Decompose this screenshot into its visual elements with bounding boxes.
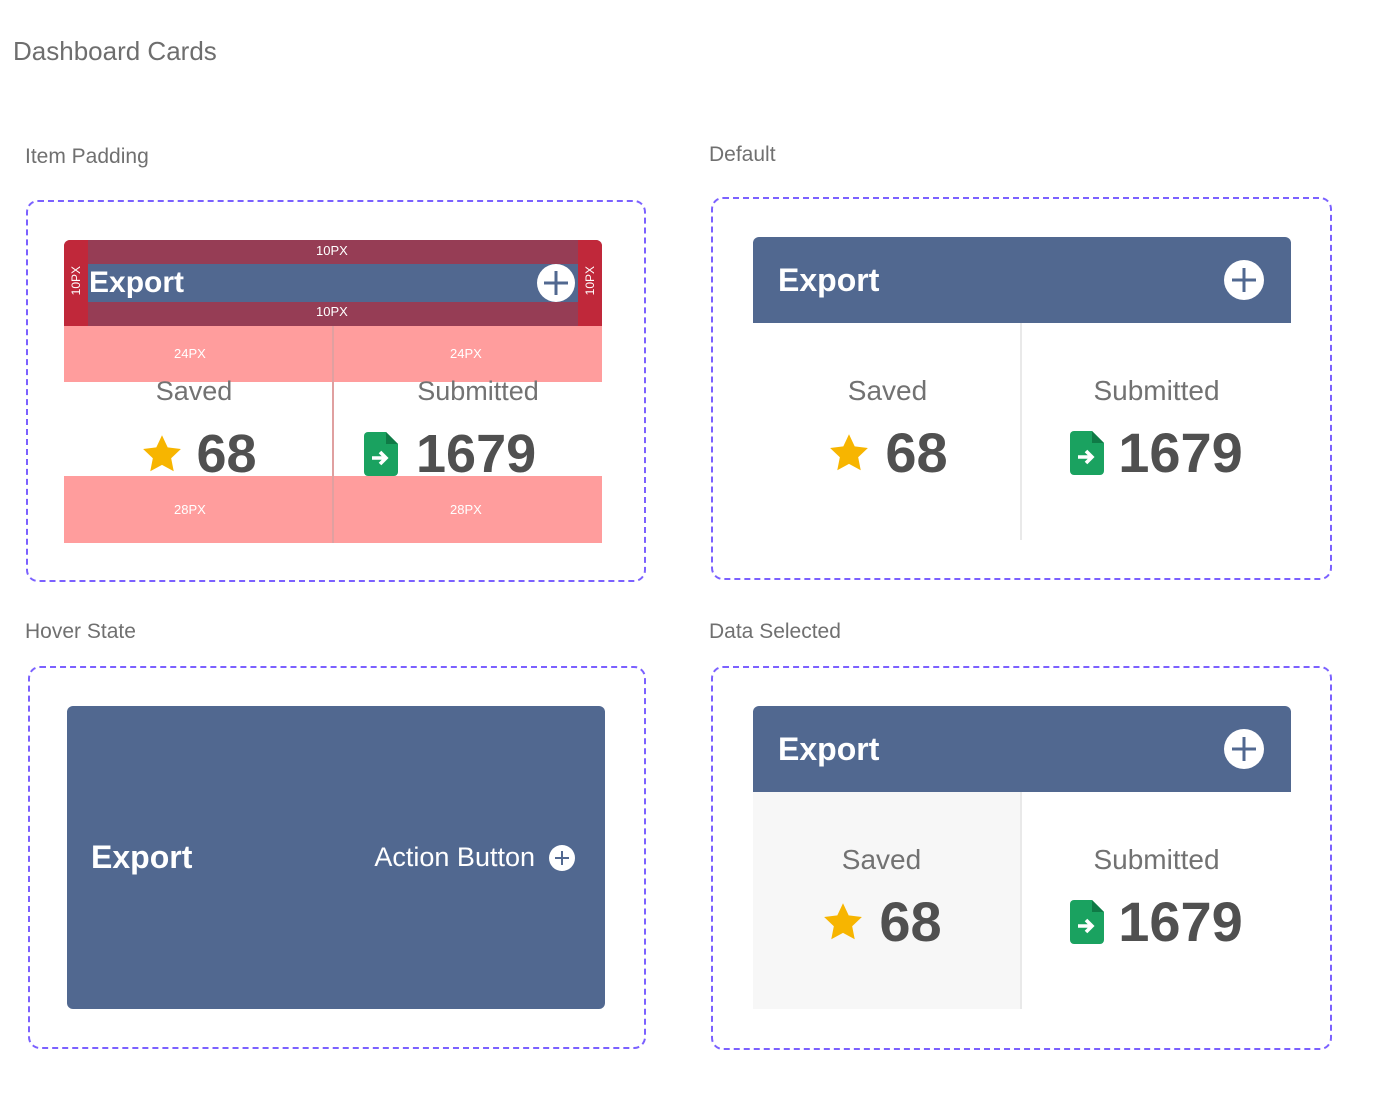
page-title: Dashboard Cards	[13, 36, 217, 66]
section-label-data-selected: Data Selected	[709, 620, 841, 643]
document-export-icon	[1070, 431, 1105, 475]
section-label-hover-state: Hover State	[25, 620, 136, 643]
plus-circle-icon	[537, 264, 575, 302]
saved-value: 68	[885, 421, 948, 484]
add-button[interactable]	[1224, 729, 1264, 769]
saved-stat[interactable]: 68	[64, 424, 333, 484]
padding-left-label: 10PX	[69, 266, 83, 296]
submitted-stat[interactable]: Submitted 1679	[1020, 792, 1291, 1009]
submitted-stat[interactable]: 1679	[364, 424, 604, 484]
saved-value: 68	[196, 424, 257, 484]
saved-value-row: 68	[753, 892, 1022, 952]
card-default: Export Saved 68 Submitted 1679	[753, 237, 1291, 540]
card-data-selected: Export Saved 68 Submitted 1679	[753, 706, 1291, 1009]
add-button[interactable]	[537, 264, 575, 302]
saved-label: Saved	[155, 376, 233, 406]
saved-label: Saved	[847, 375, 928, 406]
label-padding-right-text: 24PX	[450, 346, 482, 361]
card-header: Export	[753, 706, 1291, 792]
submitted-label: Submitted	[1093, 844, 1220, 875]
saved-label: Saved	[841, 844, 922, 875]
section-label-default: Default	[709, 143, 776, 166]
submitted-stat[interactable]: Submitted 1679	[1020, 323, 1291, 540]
saved-value-row: 68	[753, 423, 1022, 483]
action-button-label: Action Button	[374, 842, 535, 872]
padding-bottom-label: 10PX	[316, 304, 348, 319]
submitted-value: 1679	[1118, 890, 1243, 953]
section-label-item-padding: Item Padding	[25, 145, 149, 168]
card-item-padding: 10PX 10PX 10PX 10PX Export 24PX 24PX 28P…	[64, 240, 602, 543]
card-header: Export	[753, 237, 1291, 323]
saved-stat[interactable]: Saved 68	[753, 323, 1022, 540]
star-icon	[143, 435, 182, 472]
card-title: Export	[778, 262, 880, 298]
card-title: Export	[91, 839, 193, 875]
card-title: Export	[89, 266, 185, 299]
document-export-icon	[364, 432, 398, 476]
submitted-value-row: 1679	[1022, 892, 1291, 952]
add-button[interactable]	[1224, 260, 1264, 300]
star-icon	[830, 434, 869, 471]
value-padding-left-text: 28PX	[174, 502, 206, 517]
card-title: Export	[778, 731, 880, 767]
document-export-icon	[1070, 900, 1105, 944]
submitted-value: 1679	[416, 424, 537, 484]
submitted-value-row: 1679	[1022, 423, 1291, 483]
plus-circle-icon	[549, 844, 575, 871]
submitted-label: Submitted	[417, 376, 539, 406]
star-icon	[824, 903, 863, 940]
card-hover-state[interactable]: Export Action Button	[67, 706, 605, 1009]
saved-value: 68	[879, 890, 942, 953]
submitted-value: 1679	[1118, 421, 1243, 484]
submitted-label: Submitted	[1093, 375, 1220, 406]
padding-top-label: 10PX	[316, 243, 348, 258]
saved-stat-selected[interactable]: Saved 68	[753, 792, 1022, 1009]
label-padding-left-text: 24PX	[174, 346, 206, 361]
value-padding-right-text: 28PX	[450, 502, 482, 517]
action-button[interactable]: Action Button	[374, 706, 575, 1009]
padding-right-label: 10PX	[583, 266, 597, 296]
